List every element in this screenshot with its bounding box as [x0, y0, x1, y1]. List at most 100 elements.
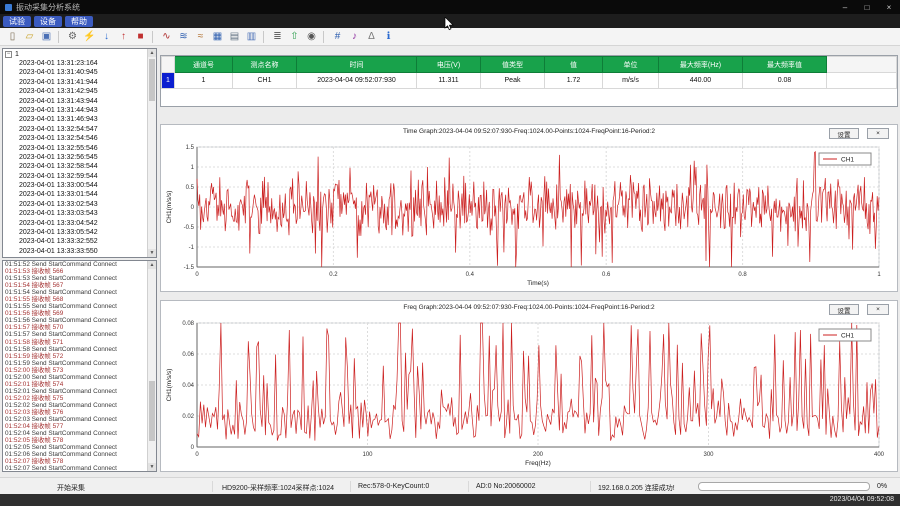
tree-item[interactable]: 2023-04-01 13:32:55:546	[3, 144, 156, 153]
log-line[interactable]: 01:52:00 接收帧 573	[3, 367, 156, 374]
log-line[interactable]: 01:51:57 接收帧 570	[3, 324, 156, 331]
tree-item[interactable]: 2023-04-01 13:33:33:550	[3, 247, 156, 256]
table-cell[interactable]: 0.08	[743, 73, 827, 89]
stop-acquisition-icon[interactable]: ↑	[115, 30, 132, 44]
tree-item[interactable]: 2023-04-01 13:33:02:543	[3, 200, 156, 209]
table-cell[interactable]: CH1	[233, 73, 297, 89]
log-line[interactable]: 01:52:05 Send StartCommand Connect	[3, 444, 156, 451]
time-graph-icon[interactable]: ∿	[158, 30, 175, 44]
tree-item[interactable]: 2023-04-01 13:31:40:945	[3, 68, 156, 77]
tree-item[interactable]: 2023-04-01 13:33:00:544	[3, 181, 156, 190]
calibration-icon[interactable]: Δ	[363, 30, 380, 44]
log-line[interactable]: 01:51:59 接收帧 572	[3, 353, 156, 360]
grid-icon[interactable]: #	[329, 30, 346, 44]
log-line[interactable]: 01:52:05 接收帧 578	[3, 437, 156, 444]
table-cell[interactable]: 2023-04-04 09:52:07:930	[297, 73, 417, 89]
snapshot-icon[interactable]: ◉	[303, 30, 320, 44]
svg-text:0.8: 0.8	[738, 272, 747, 278]
maximize-button[interactable]: □	[856, 0, 878, 14]
start-acquisition-icon[interactable]: ↓	[98, 30, 115, 44]
log-line[interactable]: 01:51:52 Send StartCommand Connect	[3, 261, 156, 268]
time-graph-settings-button[interactable]: 设置	[829, 128, 859, 139]
log-line[interactable]: 01:51:59 Send StartCommand Connect	[3, 360, 156, 367]
tree-item[interactable]: 2023-04-01 13:31:42:945	[3, 87, 156, 96]
tree-item[interactable]: 2023-04-01 13:33:01:544	[3, 190, 156, 199]
tree-item[interactable]: 2023-04-01 13:33:04:542	[3, 219, 156, 228]
bar-graph-icon[interactable]: ▦	[209, 30, 226, 44]
log-line[interactable]: 01:51:54 接收帧 567	[3, 282, 156, 289]
close-button[interactable]: ×	[878, 0, 900, 14]
log-line[interactable]: 01:51:58 Send StartCommand Connect	[3, 346, 156, 353]
tree-item[interactable]: 2023-04-01 13:31:46:943	[3, 115, 156, 124]
tree-item[interactable]: 2023-04-01 13:32:54:547	[3, 125, 156, 134]
scroll-thumb[interactable]	[149, 381, 155, 441]
tree-item[interactable]: 2023-04-01 13:32:58:544	[3, 162, 156, 171]
tree-item[interactable]: 2023-04-01 13:32:54:546	[3, 134, 156, 143]
table-row-header[interactable]: 1	[162, 73, 175, 89]
settings-icon[interactable]: ⚙	[64, 30, 81, 44]
tree-collapse-icon[interactable]: −	[5, 51, 12, 58]
log-scrollbar[interactable]: ▲ ▼	[147, 261, 156, 471]
log-line[interactable]: 01:52:01 接收帧 574	[3, 381, 156, 388]
note-icon[interactable]: ♪	[346, 30, 363, 44]
minimize-button[interactable]: –	[834, 0, 856, 14]
trend-graph-icon[interactable]: ≈	[192, 30, 209, 44]
tree-item[interactable]: 2023-04-01 13:33:05:542	[3, 228, 156, 237]
menu-test[interactable]: 试验	[3, 16, 31, 27]
log-line[interactable]: 01:51:55 接收帧 568	[3, 296, 156, 303]
tree-item[interactable]: 2023-04-01 13:32:56:545	[3, 153, 156, 162]
svg-text:CH1: CH1	[841, 333, 854, 340]
about-icon[interactable]: ℹ	[380, 30, 397, 44]
freq-graph-icon[interactable]: ≋	[175, 30, 192, 44]
svg-text:1.5: 1.5	[186, 145, 195, 151]
table-cell[interactable]: Peak	[481, 73, 545, 89]
svg-text:1: 1	[191, 165, 195, 171]
freq-graph-close-button[interactable]: ×	[867, 304, 889, 315]
table-cell[interactable]: 440.00	[659, 73, 743, 89]
log-line[interactable]: 01:52:03 接收帧 576	[3, 409, 156, 416]
log-line[interactable]: 01:51:53 接收帧 566	[3, 268, 156, 275]
save-icon[interactable]: ▣	[38, 30, 55, 44]
tree-item[interactable]: 2023-04-01 13:31:44:943	[3, 106, 156, 115]
log-line[interactable]: 01:52:02 Send StartCommand Connect	[3, 402, 156, 409]
tree-item[interactable]: 2023-04-01 13:31:43:944	[3, 97, 156, 106]
tree-item[interactable]: 2023-04-01 13:33:32:552	[3, 237, 156, 246]
log-line[interactable]: 01:52:02 接收帧 575	[3, 395, 156, 402]
tree-root[interactable]: − 1	[3, 49, 156, 59]
export-icon[interactable]: ⇧	[286, 30, 303, 44]
log-line[interactable]: 01:52:07 接收帧 578	[3, 458, 156, 465]
log-line[interactable]: 01:52:04 接收帧 577	[3, 423, 156, 430]
freq-graph-settings-button[interactable]: 设置	[829, 304, 859, 315]
tree-item[interactable]: 2023-04-01 13:31:23:164	[3, 59, 156, 68]
tree-scrollbar[interactable]: ▲ ▼	[147, 49, 156, 257]
log-line[interactable]: 01:52:01 Send StartCommand Connect	[3, 388, 156, 395]
scroll-thumb[interactable]	[149, 59, 155, 101]
data-table-icon[interactable]: ▥	[243, 30, 260, 44]
scroll-up-icon[interactable]: ▲	[148, 49, 156, 57]
scroll-down-icon[interactable]: ▼	[148, 463, 156, 471]
table-cell[interactable]: 1	[175, 73, 233, 89]
time-graph-close-button[interactable]: ×	[867, 128, 889, 139]
log-line[interactable]: 01:52:00 Send StartCommand Connect	[3, 374, 156, 381]
log-line[interactable]: 01:52:07 Send StartCommand Connect	[3, 465, 156, 472]
table-cell[interactable]: 1.72	[545, 73, 603, 89]
stop-icon[interactable]: ■	[132, 30, 149, 44]
menu-device[interactable]: 设备	[34, 16, 62, 27]
log-line[interactable]: 01:51:56 接收帧 569	[3, 310, 156, 317]
scroll-down-icon[interactable]: ▼	[148, 249, 156, 257]
tree-item[interactable]: 2023-04-01 13:33:03:543	[3, 209, 156, 218]
new-file-icon[interactable]: ▯	[4, 30, 21, 44]
scroll-up-icon[interactable]: ▲	[148, 261, 156, 269]
table-cell[interactable]: m/s/s	[603, 73, 659, 89]
log-line[interactable]: 01:51:58 接收帧 571	[3, 339, 156, 346]
tree-item[interactable]: 2023-04-01 13:31:41:944	[3, 78, 156, 87]
tree-item[interactable]: 2023-04-01 13:32:59:544	[3, 172, 156, 181]
table-cell[interactable]: 11.311	[417, 73, 481, 89]
list-view-icon[interactable]: ▤	[226, 30, 243, 44]
report-icon[interactable]: ≣	[269, 30, 286, 44]
device-connect-icon[interactable]: ⚡	[81, 30, 98, 44]
table-header-cell: 电压(V)	[417, 57, 481, 73]
log-line[interactable]: 01:51:57 Send StartCommand Connect	[3, 331, 156, 338]
open-folder-icon[interactable]: ▱	[21, 30, 38, 44]
menu-help[interactable]: 帮助	[65, 16, 93, 27]
